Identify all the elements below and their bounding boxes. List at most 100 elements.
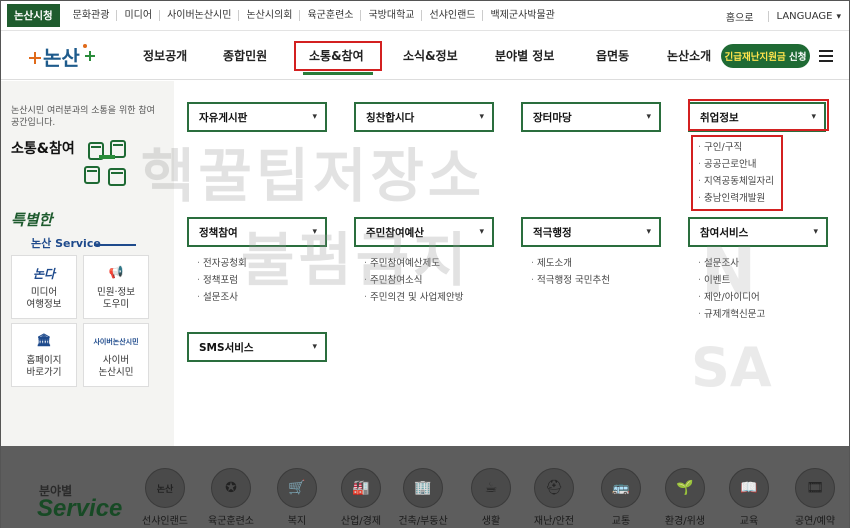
box-label: 여행정보 bbox=[26, 299, 62, 310]
nonda-logo-icon: 논다 bbox=[32, 267, 56, 281]
field-label: 교육 bbox=[739, 516, 759, 527]
factory-icon: 🏭 bbox=[341, 468, 381, 508]
field-service-subtitle: Service bbox=[37, 495, 123, 522]
cyber-citizen-logo-icon: 사이버논산시민 bbox=[93, 338, 139, 346]
home-link[interactable]: 홈으로 bbox=[726, 9, 754, 24]
cat-praise[interactable]: 칭찬합시다 ▾ bbox=[354, 102, 494, 132]
cat-free-board[interactable]: 자유게시판 ▾ bbox=[187, 102, 327, 132]
sprout-icon: 🌱 bbox=[665, 468, 705, 508]
box-label: 도우미 bbox=[102, 299, 130, 310]
field-education[interactable]: 📖 교육 bbox=[727, 468, 771, 527]
field-life[interactable]: ☕ 생활 bbox=[469, 468, 513, 527]
nonsan-logo[interactable]: 논산 bbox=[27, 38, 97, 74]
field-label: 환경/위생 bbox=[664, 516, 706, 527]
cat-market[interactable]: 장터마당 ▾ bbox=[521, 102, 661, 132]
box-label: 민원·정보 bbox=[97, 287, 135, 298]
category-label: 정책참여 bbox=[199, 226, 238, 239]
emergency-relief-button[interactable]: 긴급재난지원금 신청 bbox=[721, 44, 810, 68]
link-defense-univ[interactable]: 국방대학교 bbox=[361, 10, 423, 21]
category-label: 주민참여예산 bbox=[366, 226, 424, 239]
submenu-item[interactable]: 설문조사 bbox=[197, 289, 247, 306]
category-label: 적극행정 bbox=[533, 226, 572, 239]
field-traffic[interactable]: 🚌 교통 bbox=[599, 468, 643, 527]
field-industry[interactable]: 🏭 산업/경제 bbox=[339, 468, 383, 527]
nav-field-info[interactable]: 분야별 정보 bbox=[495, 47, 554, 64]
field-welfare[interactable]: 🛒 복지 bbox=[275, 468, 319, 527]
field-army-training[interactable]: ✪ 육군훈련소 bbox=[208, 468, 254, 527]
chevron-down-icon: ▾ bbox=[646, 112, 651, 122]
field-label: 선샤인랜드 bbox=[142, 516, 188, 527]
field-performance[interactable]: 🎞 공연/예약 bbox=[793, 468, 837, 527]
media-travel-box[interactable]: 논다 미디어 여행정보 bbox=[11, 255, 77, 319]
submenu-item[interactable]: 전자공청회 bbox=[197, 255, 247, 272]
megaphone-icon: 📢 bbox=[108, 265, 124, 279]
film-icon: 🎞 bbox=[795, 468, 835, 508]
submenu-item[interactable]: 정책포럼 bbox=[197, 272, 247, 289]
field-service-bar: 분야별 Service 논산 선샤인랜드 ✪ 육군훈련소 🛒 복지 🏭 산업/경제 🏢 건… bbox=[1, 446, 849, 528]
field-sunshine-land[interactable]: 논산선샤인랜드 bbox=[142, 468, 188, 527]
box-label: 논산시민 bbox=[98, 367, 134, 378]
sunshine-logo-icon: 논산 bbox=[145, 468, 185, 508]
nav-civil-service[interactable]: 종합민원 bbox=[223, 47, 267, 64]
menu-icon[interactable] bbox=[819, 50, 833, 62]
watermark-letter: SA bbox=[691, 336, 772, 399]
nav-news-info[interactable]: 소식&정보 bbox=[403, 47, 458, 64]
cat-policy-participation[interactable]: 정책참여 ▾ bbox=[187, 217, 327, 247]
box-label: 미디어 bbox=[30, 287, 58, 298]
section-title: 소통&참여 bbox=[11, 141, 75, 157]
cat-proactive-admin[interactable]: 적극행정 ▾ bbox=[521, 217, 661, 247]
field-label: 재난/안전 bbox=[533, 516, 575, 527]
chevron-down-icon: ▾ bbox=[646, 227, 651, 237]
cup-icon: ☕ bbox=[471, 468, 511, 508]
box-label: 바로가기 bbox=[26, 367, 62, 378]
nav-about[interactable]: 논산소개 bbox=[667, 47, 711, 64]
field-label: 생활 bbox=[481, 516, 501, 527]
field-building[interactable]: 🏢 건축/부동산 bbox=[398, 468, 448, 527]
proactive-submenu: 제도소개 적극행정 국민추천 bbox=[531, 255, 610, 289]
field-label: 공연/예약 bbox=[794, 516, 836, 527]
link-nonsan-city[interactable]: 논산시청 bbox=[7, 4, 60, 27]
cat-participatory-budget[interactable]: 주민참여예산 ▾ bbox=[354, 217, 494, 247]
nav-info-disclosure[interactable]: 정보공개 bbox=[143, 47, 187, 64]
link-sunshine-land[interactable]: 선샤인랜드 bbox=[422, 10, 484, 21]
submenu-item[interactable]: 주민의견 및 사업제안방 bbox=[364, 289, 463, 306]
logo-icon: 논산 bbox=[29, 44, 95, 70]
hands-illustration-icon bbox=[81, 137, 145, 197]
submenu-item[interactable]: 주민참여예산제도 bbox=[364, 255, 464, 272]
field-label: 육군훈련소 bbox=[208, 516, 254, 527]
link-city-council[interactable]: 논산시의회 bbox=[239, 10, 301, 21]
submenu-item[interactable]: 주민참여소식 bbox=[364, 272, 464, 289]
left-panel: 논산시민 여러분과의 소통을 위한 참여공간입니다. 소통&참여 특별한 논산 … bbox=[1, 81, 174, 446]
link-culture-tour[interactable]: 문화관광 bbox=[66, 10, 118, 21]
chevron-down-icon: ▾ bbox=[479, 112, 484, 122]
field-label: 산업/경제 bbox=[340, 516, 382, 527]
language-select[interactable]: LANGUAGE bbox=[777, 11, 833, 22]
link-cyber-citizen[interactable]: 사이버논산시민 bbox=[160, 10, 240, 21]
main-navigation: 논산 정보공개 종합민원 소통&참여 소식&정보 분야별 정보 읍면동 논산소개… bbox=[1, 32, 849, 80]
link-baekje-museum[interactable]: 백제군사박물관 bbox=[483, 10, 561, 21]
link-media[interactable]: 미디어 bbox=[117, 10, 161, 21]
chevron-down-icon: ▾ bbox=[312, 227, 317, 237]
submenu-item[interactable]: 제도소개 bbox=[531, 255, 610, 272]
cat-sms-service[interactable]: SMS서비스 ▾ bbox=[187, 332, 327, 362]
category-label: SMS서비스 bbox=[199, 341, 254, 354]
category-label: 칭찬합시다 bbox=[366, 111, 415, 124]
highlight-box bbox=[688, 99, 829, 131]
submenu-item[interactable]: 적극행정 국민추천 bbox=[531, 272, 610, 289]
field-disaster[interactable]: ⛑ 재난/안전 bbox=[532, 468, 576, 527]
chevron-down-icon[interactable]: ▾ bbox=[836, 12, 841, 22]
civil-helper-box[interactable]: 📢 민원·정보 도우미 bbox=[83, 255, 149, 319]
category-label: 자유게시판 bbox=[199, 111, 248, 124]
link-army-training[interactable]: 육군훈련소 bbox=[300, 10, 362, 21]
field-environment[interactable]: 🌱 환경/위생 bbox=[663, 468, 707, 527]
building-icon: 🏛 bbox=[36, 333, 52, 347]
box-label: 홈페이지 bbox=[26, 355, 62, 366]
helmet-icon: ⛑ bbox=[534, 468, 574, 508]
special-title: 특별한 bbox=[11, 211, 53, 229]
field-label: 교통 bbox=[611, 516, 631, 527]
emergency-label: 긴급재난지원금 bbox=[724, 52, 786, 63]
homepage-shortcut-box[interactable]: 🏛 홈페이지 바로가기 bbox=[11, 323, 77, 387]
cyber-citizen-box[interactable]: 사이버논산시민 사이버 논산시민 bbox=[83, 323, 149, 387]
nav-town[interactable]: 읍면동 bbox=[596, 47, 629, 64]
svg-text:논산: 논산 bbox=[43, 46, 80, 70]
